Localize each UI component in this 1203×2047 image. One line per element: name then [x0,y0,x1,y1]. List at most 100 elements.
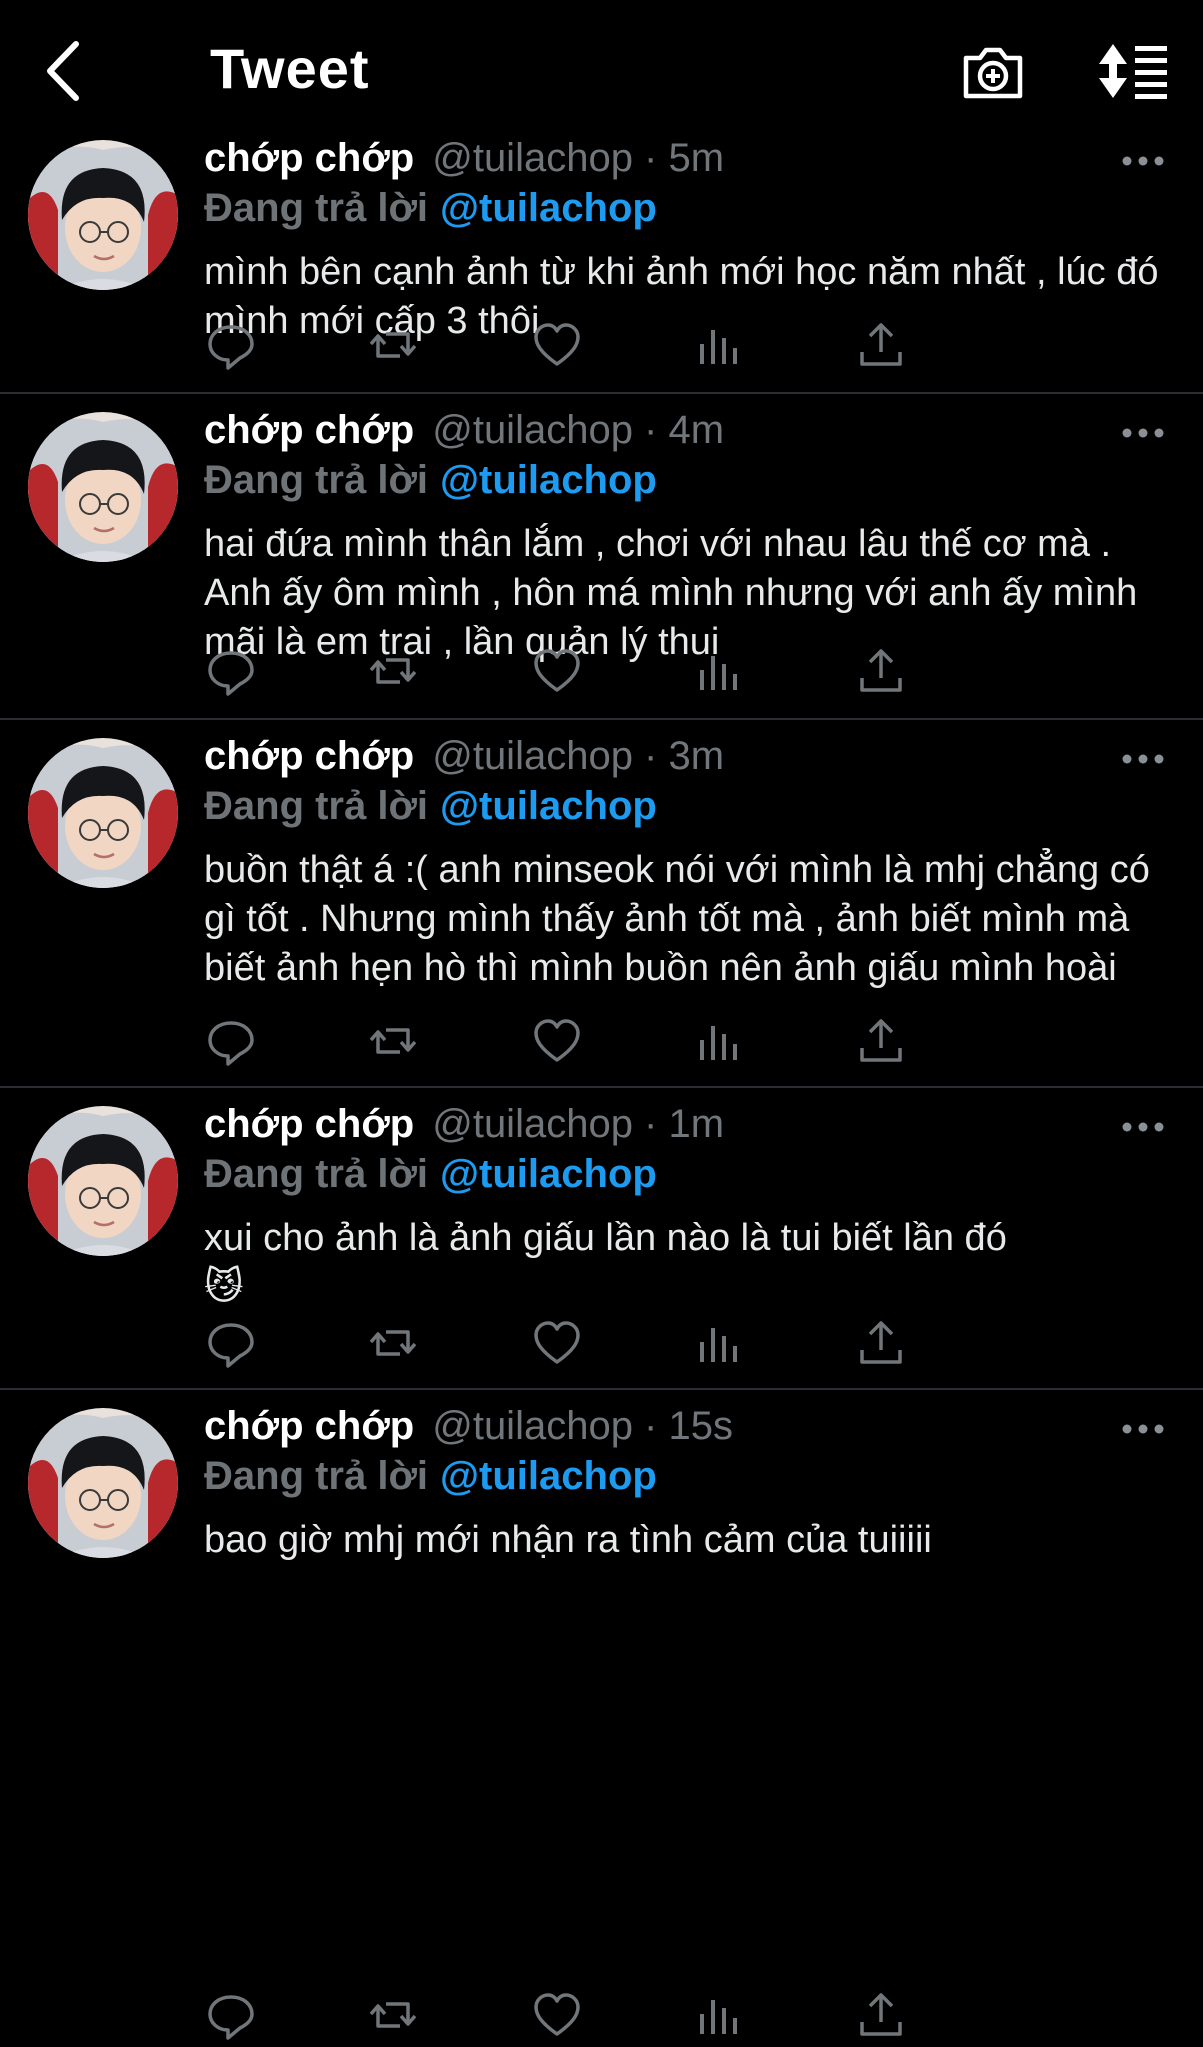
tweet-actions [204,1988,1064,2044]
share-button[interactable] [854,644,908,698]
like-button[interactable] [530,318,584,372]
replying-to: Đang trả lời @tuilachop [204,458,657,503]
more-icon [1122,428,1164,438]
views-button[interactable] [692,1014,746,1068]
share-button[interactable] [854,1316,908,1370]
tweet-actions [204,1014,1064,1070]
sort-button[interactable] [1095,40,1171,102]
reply-mention-link[interactable]: @tuilachop [440,784,657,828]
like-icon [534,323,580,366]
retweet-icon [369,658,417,684]
retweet-button[interactable] [366,1014,420,1068]
reply-prefix: Đang trả lời [204,458,429,502]
page-title: Tweet [210,37,370,100]
avatar[interactable] [28,1106,178,1256]
display-name[interactable]: chớp chớp [204,136,414,180]
reply-icon [208,325,254,370]
share-button[interactable] [854,1014,908,1068]
reply-button[interactable] [204,644,258,698]
share-icon [860,1993,902,2036]
tweet-header: chớp chớp @tuilachop · 3m [204,734,724,779]
tweet-actions [204,318,1064,374]
reply-prefix: Đang trả lời [204,186,429,230]
reply-mention-link[interactable]: @tuilachop [440,458,657,502]
reply-prefix: Đang trả lời [204,1454,429,1498]
handle-time: @tuilachop · 1m [432,1102,725,1146]
reply-button[interactable] [204,1316,258,1370]
avatar[interactable] [28,1408,178,1558]
reply-button[interactable] [204,318,258,372]
like-button[interactable] [530,1316,584,1370]
tweet-actions [204,1316,1064,1372]
avatar[interactable] [28,412,178,562]
handle-time: @tuilachop · 4m [432,408,725,452]
retweet-button[interactable] [366,318,420,372]
tweet-item[interactable]: chớp chớp @tuilachop · 5m Đang trả lời @tu… [0,120,1203,394]
camera-button[interactable] [960,38,1026,104]
more-icon [1122,1424,1164,1434]
tweet-text-content: xui cho ảnh là ảnh giấu lần nào là tui b… [204,1217,1007,1259]
reply-icon [208,651,254,696]
share-icon [860,649,902,692]
display-name[interactable]: chớp chớp [204,1404,414,1448]
retweet-button[interactable] [366,1988,420,2042]
tweet-text: bao giờ mhj mới nhận ra tình cảm của tui… [204,1516,1164,1565]
tweet-text-content: hai đứa mình thân lắm , chơi với nhau lâ… [204,523,1138,663]
more-options-button[interactable] [1118,1414,1168,1444]
retweet-icon [369,1330,417,1356]
avatar[interactable] [28,738,178,888]
share-icon [860,1321,902,1364]
tweet-text: buồn thật á :( anh minseok nói với mình … [204,846,1164,993]
retweet-icon [369,332,417,358]
reply-mention-link[interactable]: @tuilachop [440,186,657,230]
like-icon [534,649,580,692]
tweet-item[interactable]: chớp chớp @tuilachop · 1m Đang trả lời @tu… [0,1086,1203,1390]
camera-add-icon [963,47,1023,99]
tweet-item[interactable]: chớp chớp @tuilachop · 3m Đang trả lời @tu… [0,718,1203,1088]
display-name[interactable]: chớp chớp [204,734,414,778]
top-bar: Tweet [0,0,1203,140]
more-options-button[interactable] [1118,1112,1168,1142]
handle-time: @tuilachop · 5m [432,136,725,180]
views-button[interactable] [692,644,746,698]
replying-to: Đang trả lời @tuilachop [204,186,657,231]
reply-mention-link[interactable]: @tuilachop [440,1152,657,1196]
share-button[interactable] [854,1988,908,2042]
views-icon [700,1026,737,1060]
reply-prefix: Đang trả lời [204,1152,429,1196]
reply-button[interactable] [204,1014,258,1068]
tweet-header: chớp chớp @tuilachop · 1m [204,1102,724,1147]
retweet-button[interactable] [366,1316,420,1370]
tweet-text-content: bao giờ mhj mới nhận ra tình cảm của tui… [204,1519,932,1561]
display-name[interactable]: chớp chớp [204,408,414,452]
share-icon [860,323,902,366]
more-options-button[interactable] [1118,418,1168,448]
more-options-button[interactable] [1118,146,1168,176]
views-button[interactable] [692,318,746,372]
like-button[interactable] [530,1014,584,1068]
like-icon [534,1019,580,1062]
tweet-header: chớp chớp @tuilachop · 15s [204,1404,733,1449]
retweet-button[interactable] [366,644,420,698]
like-button[interactable] [530,1988,584,2042]
avatar[interactable] [28,140,178,290]
like-icon [534,1321,580,1364]
views-button[interactable] [692,1316,746,1370]
sort-icon [1099,44,1167,99]
tweet-text: xui cho ảnh là ảnh giấu lần nào là tui b… [204,1214,1164,1312]
replying-to: Đang trả lời @tuilachop [204,1454,657,1499]
tweet-item[interactable]: chớp chớp @tuilachop · 15s Đang trả lời @t… [0,1388,1203,2040]
handle-time: @tuilachop · 3m [432,734,725,778]
share-button[interactable] [854,318,908,372]
back-button[interactable] [40,36,90,106]
reply-icon [208,1323,254,1368]
replying-to: Đang trả lời @tuilachop [204,1152,657,1197]
replying-to: Đang trả lời @tuilachop [204,784,657,829]
reply-mention-link[interactable]: @tuilachop [440,1454,657,1498]
reply-button[interactable] [204,1988,258,2042]
tweet-item[interactable]: chớp chớp @tuilachop · 4m Đang trả lời @tu… [0,392,1203,720]
like-button[interactable] [530,644,584,698]
more-options-button[interactable] [1118,744,1168,774]
views-button[interactable] [692,1988,746,2042]
display-name[interactable]: chớp chớp [204,1102,414,1146]
